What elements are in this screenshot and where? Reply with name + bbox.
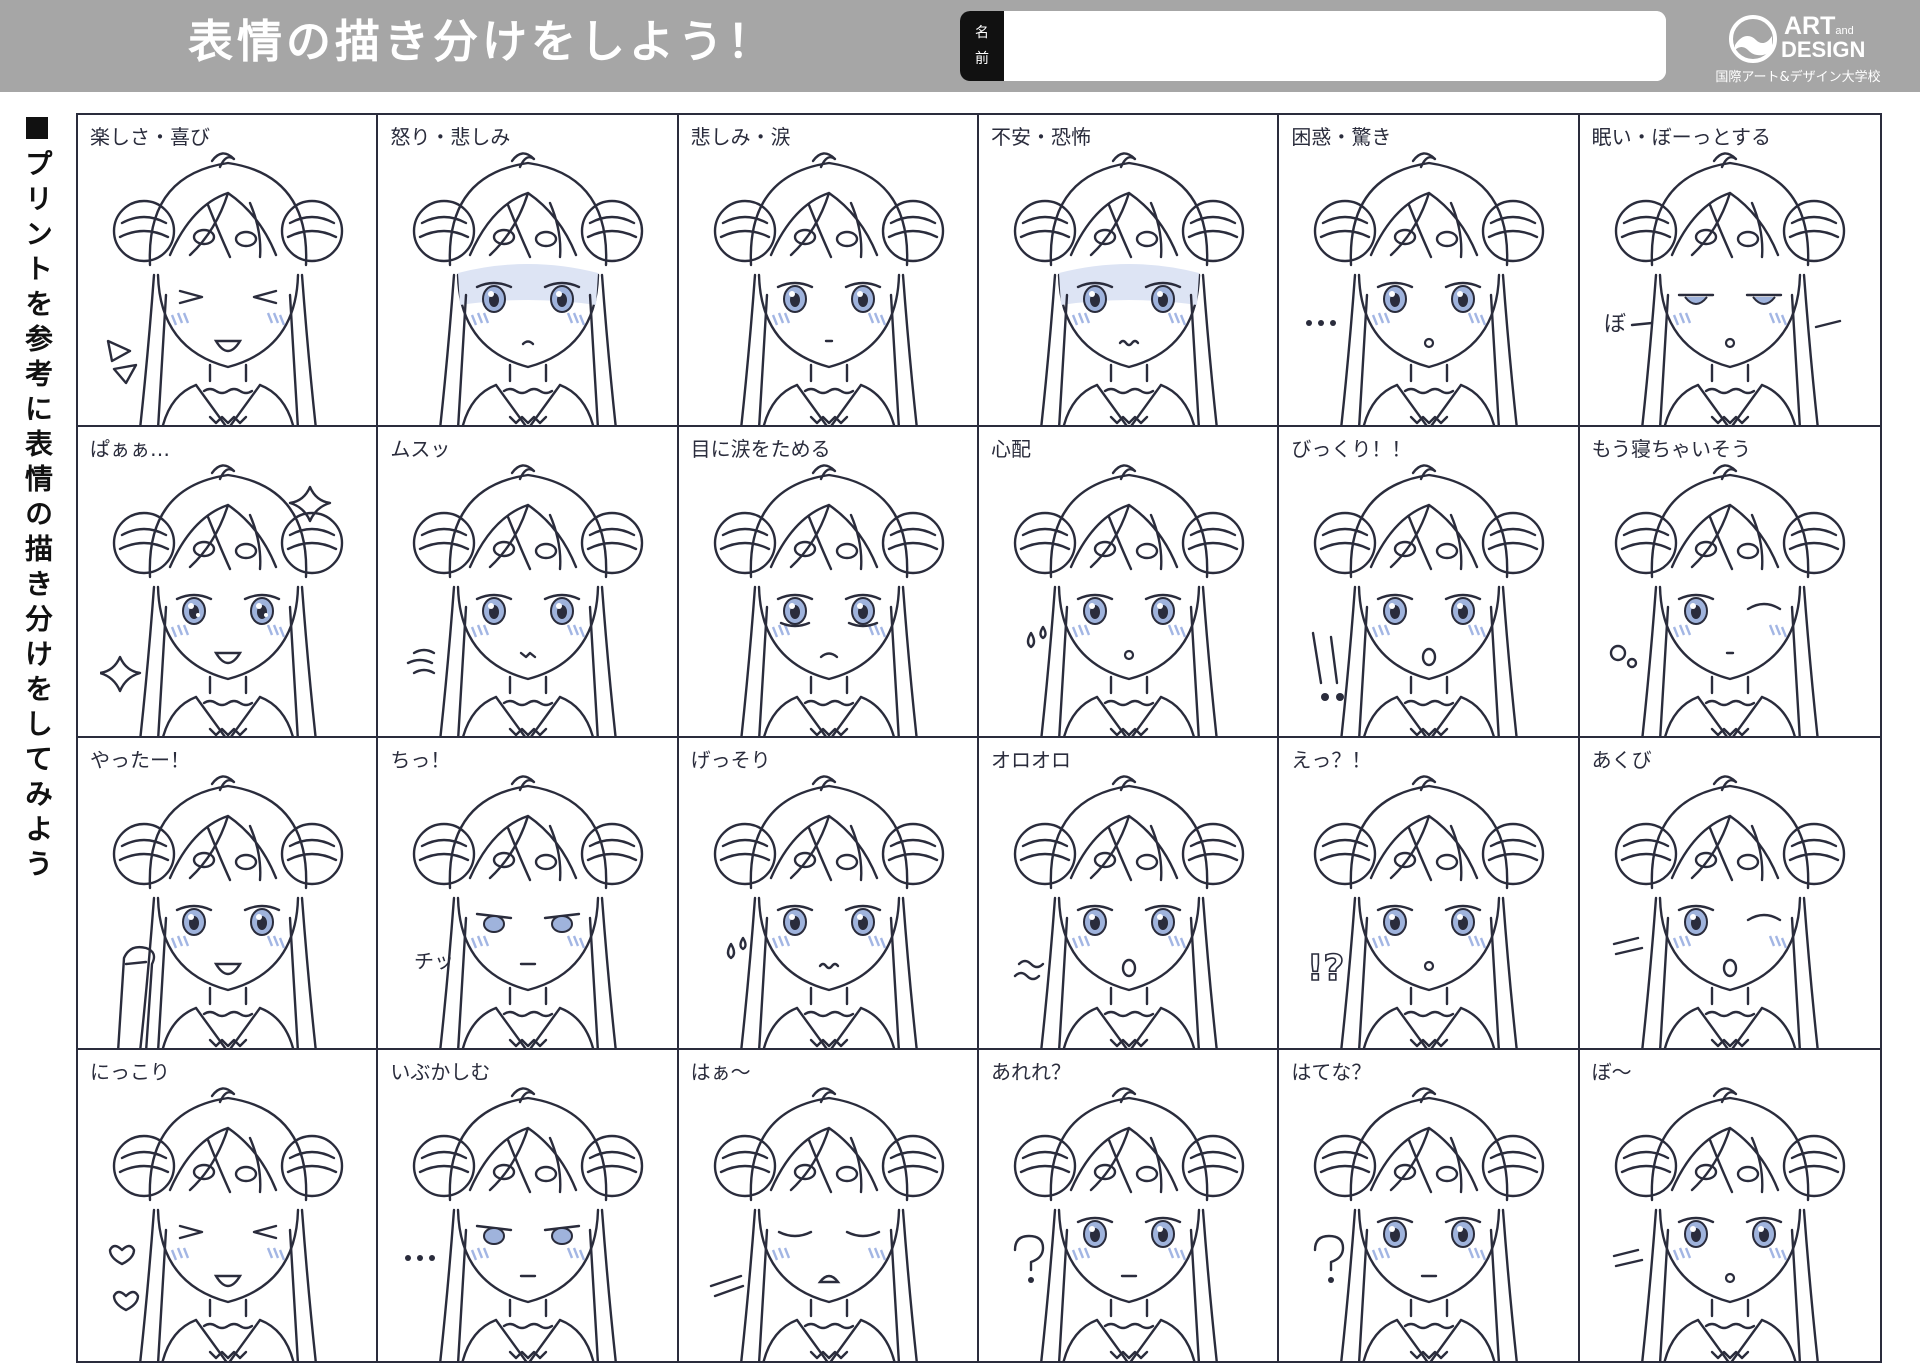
school-name: 国際アート&デザイン大学校	[1715, 70, 1881, 85]
expression-cell: いぶかしむ	[378, 1049, 679, 1361]
expression-label: やったー！	[90, 748, 190, 772]
expression-label: えっ？！	[1291, 748, 1372, 772]
expression-cell: はてな？	[1279, 1049, 1580, 1361]
expression-cell: 楽しさ・喜び	[78, 115, 379, 427]
expression-label: あれれ？	[991, 1059, 1071, 1084]
svg-text:ぼ: ぼ	[1604, 312, 1626, 337]
expression-cell: 怒り・悲しみ	[378, 115, 679, 427]
expression-label: 目に涙をためる	[690, 436, 831, 461]
expression-label: ちっ！	[390, 748, 451, 772]
expression-cell: 困惑・驚き	[1279, 115, 1580, 427]
expression-label: はてな？	[1291, 1059, 1372, 1084]
expression-label: 心配	[991, 436, 1031, 461]
expression-cell: ぱぁぁ…	[78, 426, 379, 738]
expression-cell: ぼ～	[1579, 1049, 1880, 1361]
expression-label: 悲しみ・涙	[690, 125, 791, 149]
square-bullet-icon	[26, 117, 48, 139]
circle-swirl-logo-icon	[1729, 15, 1777, 63]
expression-cell: えっ？！!?	[1279, 738, 1580, 1050]
expression-label: オロオロ	[991, 748, 1071, 772]
expression-label: もう寝ちゃいそう	[1591, 436, 1752, 461]
name-label: 名 前	[960, 11, 1004, 81]
expression-cell: もう寝ちゃいそう	[1579, 426, 1880, 738]
expression-label: 怒り・悲しみ	[390, 125, 511, 149]
expression-label: 眠い・ぼーっとする	[1591, 125, 1772, 149]
expression-label: 困惑・驚き	[1291, 125, 1392, 149]
expression-label: あくび	[1591, 748, 1652, 772]
expression-cell: 不安・恐怖	[979, 115, 1280, 427]
instruction-text: プリントを参考に表情の描き分けをしてみよう	[21, 149, 54, 884]
expression-cell: あくび	[1579, 738, 1880, 1050]
side-instruction: プリントを参考に表情の描き分けをしてみよう	[18, 115, 58, 884]
expression-cell: にっこり	[78, 1049, 379, 1361]
expression-cell: はぁ～	[678, 1049, 979, 1361]
expression-label: びっくり！！	[1291, 436, 1412, 461]
expression-label: にっこり	[90, 1059, 170, 1084]
expression-label: はぁ～	[690, 1059, 751, 1084]
expression-cell: ムスッ	[378, 426, 679, 738]
expression-cell: びっくり！！	[1279, 426, 1580, 738]
expression-label: いぶかしむ	[390, 1059, 491, 1084]
expression-cell: げっそり	[678, 738, 979, 1050]
name-label-char-2: 前	[975, 51, 989, 67]
expression-label: 不安・恐怖	[991, 125, 1091, 149]
logo-text-design: DESIGN	[1781, 37, 1866, 62]
expression-label: 楽しさ・喜び	[90, 125, 210, 149]
expression-label: ムスッ	[390, 436, 451, 461]
name-input[interactable]	[1004, 11, 1666, 81]
expression-cell: 悲しみ・涙	[678, 115, 979, 427]
expression-cell: ちっ！ チッ	[378, 738, 679, 1050]
expression-label: ぼ～	[1591, 1059, 1632, 1084]
expression-label: げっそり	[690, 748, 771, 772]
expression-cell: 心配	[979, 426, 1280, 738]
expression-grid: 楽しさ・喜び 怒り・悲しみ 悲しみ・涙 不安・恐怖 困惑・驚き 眠い・ぼーっとするぼぱぁぁ…	[76, 113, 1882, 1363]
expression-label: ぱぁぁ…	[90, 436, 170, 461]
school-logo: ARTand DESIGN 国際アート&デザイン大学校	[1700, 10, 1900, 88]
expression-cell: やったー！	[78, 738, 379, 1050]
svg-text:!?: !?	[1307, 948, 1344, 989]
svg-text:チッ: チッ	[414, 949, 454, 973]
expression-cell: 目に涙をためる	[678, 426, 979, 738]
worksheet-title: 表情の描き分けをしよう！	[188, 15, 777, 68]
header-bar: 表情の描き分けをしよう！ 名 前 ARTand DESIGN 国際アート&デザイ…	[0, 0, 1920, 92]
name-label-char-1: 名	[975, 25, 989, 41]
expression-cell: あれれ？	[979, 1049, 1280, 1361]
expression-cell: 眠い・ぼーっとするぼ	[1579, 115, 1880, 427]
expression-cell: オロオロ	[979, 738, 1280, 1050]
name-field-box: 名 前	[960, 11, 1666, 81]
